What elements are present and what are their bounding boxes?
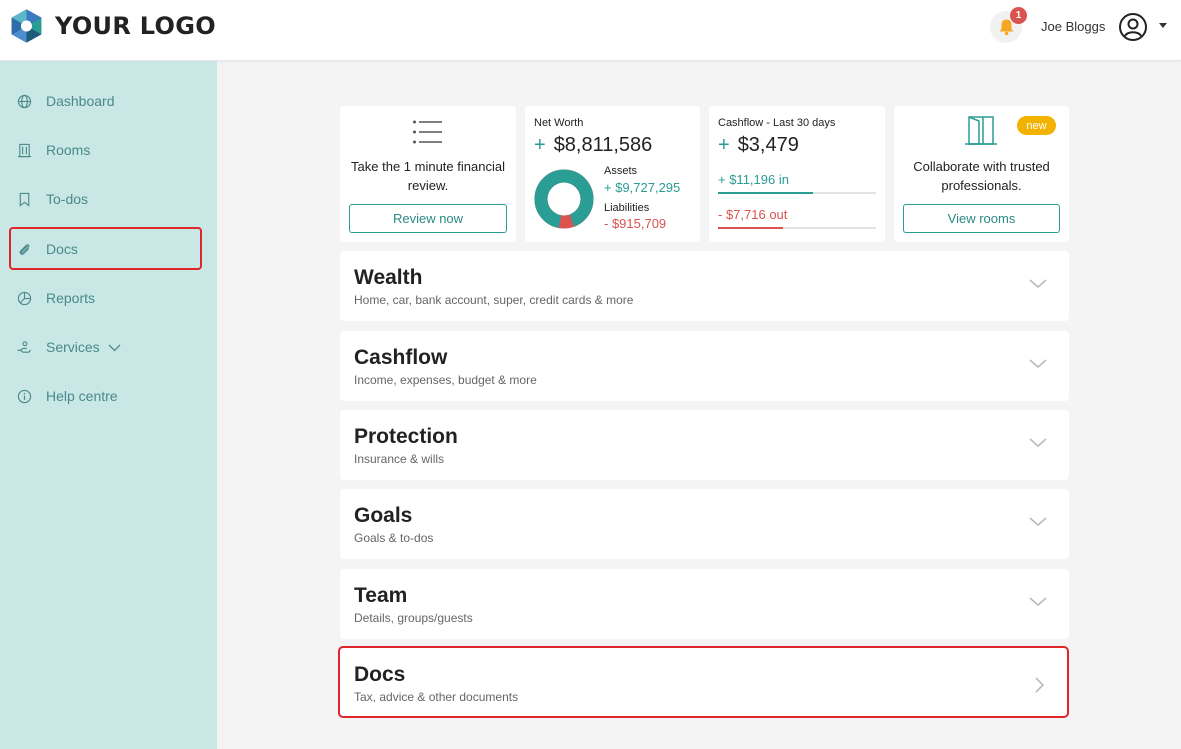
user-avatar-button[interactable] [1118, 12, 1148, 47]
pie-chart-icon [16, 290, 32, 306]
cashflow-in-bar [718, 192, 813, 194]
docs-section-highlight [338, 646, 1069, 718]
top-header: YOUR LOGO 1 Joe Bloggs [0, 0, 1181, 61]
section-title: Cashflow [354, 346, 448, 369]
assets-label: Assets [604, 165, 638, 177]
sidebar-item-help-centre[interactable]: Help centre [0, 376, 217, 416]
cashflow-in-row: + $11,196 in [718, 172, 789, 187]
review-now-button[interactable]: Review now [349, 204, 507, 233]
building-icon [16, 142, 32, 158]
list-icon [413, 120, 442, 144]
cashflow-label: Cashflow - Last 30 days [718, 117, 836, 129]
section-subtitle: Income, expenses, budget & more [354, 373, 537, 387]
sidebar-item-rooms[interactable]: Rooms [0, 130, 217, 170]
sidebar-item-todos[interactable]: To-dos [0, 179, 217, 219]
cashflow-out-value: - $7,716 [718, 207, 766, 222]
section-wealth[interactable]: Wealth Home, car, bank account, super, c… [340, 251, 1069, 321]
logo-icon [11, 9, 42, 43]
section-title: Protection [354, 425, 458, 448]
view-rooms-button[interactable]: View rooms [903, 204, 1060, 233]
net-worth-label: Net Worth [534, 117, 584, 129]
net-worth-card: Net Worth + $8,811,586 Assets + $9,727,29… [525, 106, 700, 242]
section-subtitle: Home, car, bank account, super, credit c… [354, 293, 634, 307]
rooms-card: new Collaborate with trusted professiona… [894, 106, 1069, 242]
net-worth-value-row: + $8,811,586 [534, 134, 652, 157]
cashflow-out-track [718, 227, 876, 229]
new-badge: new [1017, 116, 1056, 135]
chevron-down-icon[interactable] [1029, 278, 1047, 290]
sidebar-item-label: Services [46, 339, 100, 355]
section-protection[interactable]: Protection Insurance & wills [340, 410, 1069, 480]
section-title: Goals [354, 504, 413, 527]
chevron-down-icon[interactable] [108, 339, 121, 355]
sidebar-item-dashboard[interactable]: Dashboard [0, 81, 217, 121]
review-card: Take the 1 minute financial review. Revi… [340, 106, 516, 242]
liabilities-label: Liabilities [604, 202, 650, 214]
liabilities-value: - $915,709 [604, 216, 667, 231]
user-name[interactable]: Joe Bloggs [1041, 19, 1105, 34]
cashflow-value: $3,479 [737, 134, 799, 156]
review-card-text: Take the 1 minute financial review. [351, 159, 505, 193]
door-icon [965, 116, 997, 145]
chevron-down-icon[interactable] [1029, 596, 1047, 608]
user-menu-caret-icon[interactable] [1159, 23, 1167, 28]
plus-icon: + [534, 134, 546, 156]
section-subtitle: Details, groups/guests [354, 611, 473, 625]
sidebar-item-reports[interactable]: Reports [0, 278, 217, 318]
sidebar-item-label: Rooms [46, 142, 91, 158]
notification-count-badge: 1 [1010, 7, 1027, 24]
logo[interactable]: YOUR LOGO [8, 7, 216, 45]
hand-icon [16, 339, 32, 355]
docs-nav-highlight [9, 227, 202, 270]
sidebar-item-label: To-dos [46, 191, 89, 207]
chevron-down-icon[interactable] [1029, 516, 1047, 528]
info-icon [16, 388, 32, 404]
sidebar-item-services[interactable]: Services [0, 327, 217, 367]
assets-value: + $9,727,295 [604, 180, 681, 195]
chevron-down-icon[interactable] [1029, 358, 1047, 370]
cashflow-value-row: + $3,479 [718, 134, 799, 157]
cashflow-in-value: + $11,196 [718, 172, 776, 187]
globe-icon [16, 93, 32, 109]
sidebar-item-label: Help centre [46, 388, 118, 404]
cashflow-in-track [718, 192, 876, 194]
section-title: Team [354, 584, 408, 607]
sidebar-item-label: Reports [46, 290, 96, 306]
section-title: Wealth [354, 266, 423, 289]
cashflow-out-label: out [769, 207, 788, 222]
rooms-card-text: Collaborate with trusted professionals. [913, 159, 1050, 193]
cashflow-out-bar [718, 227, 783, 229]
user-icon [1119, 13, 1147, 41]
section-goals[interactable]: Goals Goals & to-dos [340, 489, 1069, 559]
bookmark-icon [16, 191, 32, 207]
net-worth-donut-chart [534, 169, 594, 229]
cashflow-in-label: in [778, 172, 789, 187]
plus-icon: + [718, 134, 730, 156]
net-worth-value: $8,811,586 [553, 134, 653, 156]
section-team[interactable]: Team Details, groups/guests [340, 569, 1069, 639]
section-subtitle: Goals & to-dos [354, 531, 434, 545]
section-subtitle: Insurance & wills [354, 452, 445, 466]
section-cashflow[interactable]: Cashflow Income, expenses, budget & more [340, 331, 1069, 401]
logo-text: YOUR LOGO [55, 12, 216, 40]
cashflow-out-row: - $7,716 out [718, 207, 787, 222]
sidebar-item-label: Dashboard [46, 93, 115, 109]
chevron-down-icon[interactable] [1029, 437, 1047, 449]
cashflow-card: Cashflow - Last 30 days + $3,479 + $11,19… [709, 106, 885, 242]
